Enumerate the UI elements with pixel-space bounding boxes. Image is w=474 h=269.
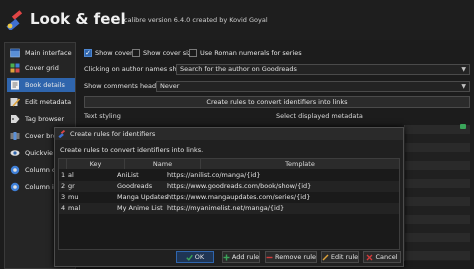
rule-template: https://www.goodreads.com/book/show/{id} [167,182,312,190]
quickview-icon [10,148,20,158]
identifier-rules-dialog: Create rules for identifiers Create rule… [54,127,404,267]
row-number: 1 [61,171,66,179]
table-row[interactable]: 1 al AniList https://anilist.co/manga/{i… [59,170,399,181]
pencil-icon [322,254,329,261]
cancel-button[interactable]: Cancel [363,251,401,263]
sidebar-item-label: Cover grid [25,64,59,72]
remove-icon [266,254,273,261]
checkbox-label: Show cover [95,49,133,57]
row-number-header [59,159,67,169]
rule-key: mu [68,193,79,201]
column-icon [10,165,20,175]
version-label: calibre version 6.4.0 created by Kovid G… [124,16,268,24]
sidebar-item-label: Cover bro [25,132,57,140]
sidebar-item-tag-browser[interactable]: Tag browser [7,112,75,126]
column-header-name[interactable]: Name [125,159,201,169]
rule-key: gr [68,182,75,190]
button-label: Add rule [231,253,260,261]
page-title: Look & feel [30,10,126,28]
dialog-description: Create rules to convert identifiers into… [60,146,204,154]
rule-name: Manga Updates [117,193,168,201]
add-rule-button[interactable]: Add rule [222,251,260,263]
sidebar-item-label: Tag browser [25,115,65,123]
sidebar-item-label: Column c [25,166,56,174]
plus-icon [223,254,230,261]
row-number: 2 [61,182,66,190]
sidebar-item-book-details[interactable]: Book details [7,78,75,92]
table-row[interactable]: 4 mal My Anime List https://myanimelist.… [59,203,399,214]
checkbox-label: Use Roman numerals for series [200,49,302,57]
move-up-button[interactable] [460,124,466,129]
column-header-template[interactable]: Template [201,159,399,169]
checkbox-box [189,49,197,57]
button-label: Remove rule [274,253,317,261]
sidebar-item-label: Quickvie [25,149,54,157]
show-cover-checkbox[interactable]: ✓ Show cover [84,49,133,57]
sidebar-item-edit-metadata[interactable]: Edit metadata [7,95,75,109]
button-label: OK [194,253,205,261]
rule-name: My Anime List [117,204,163,212]
select-value: Never [160,82,180,90]
rule-key: mal [68,204,81,212]
sidebar-item-label: Edit metadata [25,98,72,106]
grid-icon [10,63,20,73]
table-row[interactable]: 2 gr Goodreads https://www.goodreads.com… [59,181,399,192]
tag-icon [10,114,20,124]
ok-button[interactable]: OK [176,251,214,263]
sidebar-item-main-interface[interactable]: Main interface [7,46,75,60]
dialog-title: Create rules for identifiers [70,130,156,138]
close-icon [366,254,373,261]
dialog-button-bar: OK Add rule Remove rule Edit rule Cancel [55,251,403,265]
checkmark-icon: ✓ [84,49,92,57]
preferences-header: Look & feel calibre version 6.4.0 create… [0,0,474,40]
roman-numerals-checkbox[interactable]: Use Roman numerals for series [189,49,302,57]
column-icon [10,182,20,192]
button-label: Cancel [375,253,398,261]
table-row[interactable]: 3 mu Manga Updates https://www.mangaupda… [59,192,399,203]
book-details-icon [10,80,20,90]
select-value: Search for the author on Goodreads [180,65,297,73]
select-metadata-label: Select displayed metadata [276,112,363,120]
create-identifier-rules-button[interactable]: Create rules to convert identifiers into… [84,96,470,108]
rule-template: https://myanimelist.net/manga/{id} [167,204,285,212]
look-and-feel-icon [6,10,23,30]
checkmark-icon [186,254,193,261]
edit-metadata-icon [10,97,20,107]
cover-browser-icon [10,131,20,141]
edit-rule-button[interactable]: Edit rule [321,251,359,263]
show-cover-size-checkbox[interactable]: Show cover size [132,49,195,57]
author-click-select[interactable]: Search for the author on Goodreads ▼ [176,64,470,75]
rule-template: https://anilist.co/manga/{id} [167,171,261,179]
window-icon [10,48,20,58]
comments-heading-select[interactable]: Never ▼ [156,81,470,92]
checkbox-box [132,49,140,57]
column-header-key[interactable]: Key [67,159,125,169]
rules-table[interactable]: Key Name Template 1 al AniList https://a… [58,158,400,250]
sidebar-item-label: Column ic [25,183,58,191]
metadata-list[interactable] [404,125,470,261]
button-label: Edit rule [330,253,359,261]
chevron-down-icon: ▼ [461,66,466,73]
sidebar-item-label: Main interface [25,49,72,57]
rule-template: https://www.mangaupdates.com/series/{id} [167,193,311,201]
rule-key: al [68,171,74,179]
chevron-down-icon: ▼ [461,83,466,90]
rule-name: Goodreads [117,182,153,190]
look-and-feel-icon [58,130,66,138]
sidebar-item-cover-grid[interactable]: Cover grid [7,61,75,75]
rule-name: AniList [117,171,139,179]
row-number: 3 [61,193,66,201]
sidebar-item-label: Book details [25,81,65,89]
row-number: 4 [61,204,66,212]
checkbox-label: Show cover size [143,49,196,57]
dialog-titlebar[interactable]: Create rules for identifiers [55,128,403,140]
remove-rule-button[interactable]: Remove rule [265,251,317,263]
text-styling-label: Text styling [84,112,121,120]
